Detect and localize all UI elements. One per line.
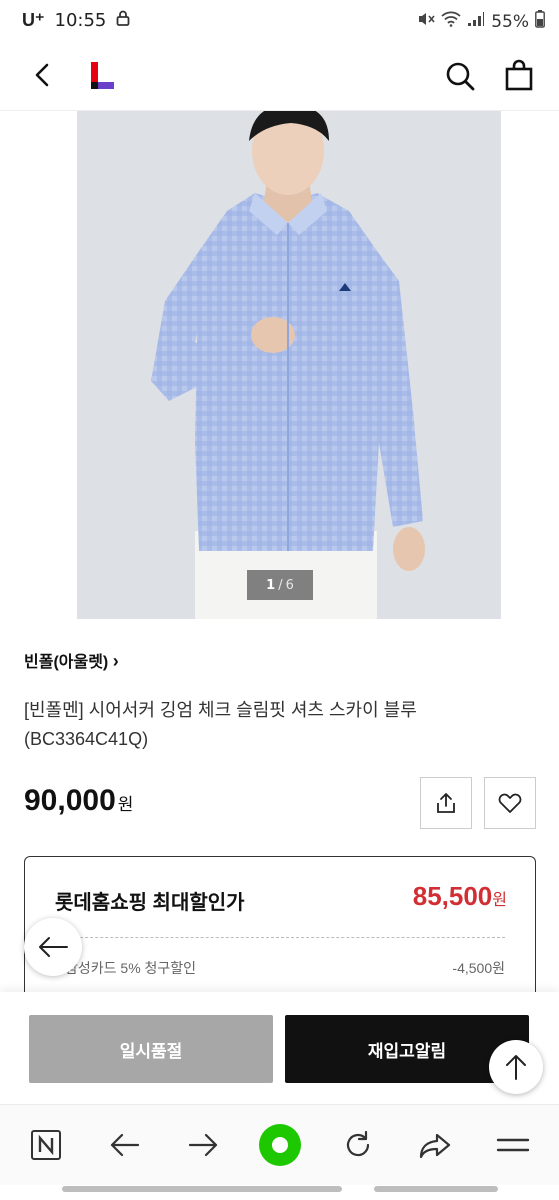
max-discount-box: 롯데홈쇼핑 최대할인가 85,500원 삼성카드 5% 청구할인 -4,500원 [24, 856, 536, 1007]
status-bar: U⁺ 10:55 55% [0, 0, 559, 42]
battery-text: 55% [491, 11, 529, 32]
app-header [0, 42, 559, 111]
signal-icon [467, 11, 485, 32]
discount-price: 85,500원 [413, 881, 507, 912]
share-arrow-icon[interactable] [413, 1123, 457, 1167]
scroll-top-button[interactable] [489, 1040, 543, 1094]
home-green-icon[interactable] [258, 1123, 302, 1167]
price-unit: 원 [117, 795, 134, 814]
forward-arrow-icon[interactable] [181, 1123, 225, 1167]
wifi-icon [441, 11, 461, 32]
share-icon [437, 793, 455, 813]
arrow-up-icon [506, 1055, 526, 1080]
gesture-bar-left [62, 1186, 342, 1192]
chevron-right-icon: › [112, 651, 119, 671]
product-image[interactable] [77, 111, 501, 619]
pager-current: 1 [266, 577, 276, 593]
discount-label: 롯데홈쇼핑 최대할인가 [55, 892, 245, 914]
shopping-bag-icon[interactable] [503, 58, 535, 92]
browser-toolbar [0, 1104, 559, 1185]
price-value: 90,000 [24, 784, 116, 817]
floating-back-button[interactable] [24, 918, 82, 976]
share-button[interactable] [420, 777, 472, 829]
lotte-logo[interactable] [89, 60, 117, 90]
sold-out-button[interactable]: 일시품절 [29, 1015, 273, 1083]
gesture-bar-right [374, 1186, 498, 1192]
card-discount-label: 삼성카드 5% 청구할인 [65, 960, 197, 976]
clock: 10:55 [54, 10, 107, 31]
product-price: 90,000 원 [24, 784, 133, 818]
mute-icon [417, 11, 435, 32]
naver-n-icon[interactable] [24, 1123, 68, 1167]
card-discount-amount: -4,500원 [452, 960, 505, 976]
brand-name: 빈폴(아울렛) [24, 654, 109, 671]
pager-total: 6 [285, 577, 294, 593]
back-icon[interactable] [28, 60, 58, 90]
wishlist-button[interactable] [484, 777, 536, 829]
lock-icon [116, 10, 130, 31]
discount-price-value: 85,500 [412, 881, 493, 911]
heart-icon [498, 793, 522, 813]
model-shirt-illustration [77, 111, 501, 619]
search-icon[interactable] [444, 60, 476, 92]
product-title: [빈폴멘] 시어서커 깅엄 체크 슬림핏 셔츠 스카이 블루 (BC3364C4… [24, 700, 417, 749]
divider [55, 937, 505, 938]
menu-icon[interactable] [491, 1123, 535, 1167]
arrow-left-icon [39, 937, 68, 957]
purchase-action-bar: 일시품절 재입고알림 [0, 992, 559, 1104]
gallery-pager: 1 / 6 [247, 570, 313, 600]
discount-price-unit: 원 [492, 892, 507, 909]
refresh-icon[interactable] [336, 1123, 380, 1167]
carrier-label: U⁺ [22, 10, 45, 30]
card-discount-row: 삼성카드 5% 청구할인 -4,500원 [65, 958, 505, 978]
battery-icon [535, 10, 545, 33]
pager-separator: / [278, 577, 283, 593]
brand-link[interactable]: 빈폴(아울렛) › [24, 648, 119, 672]
back-arrow-icon[interactable] [103, 1123, 147, 1167]
